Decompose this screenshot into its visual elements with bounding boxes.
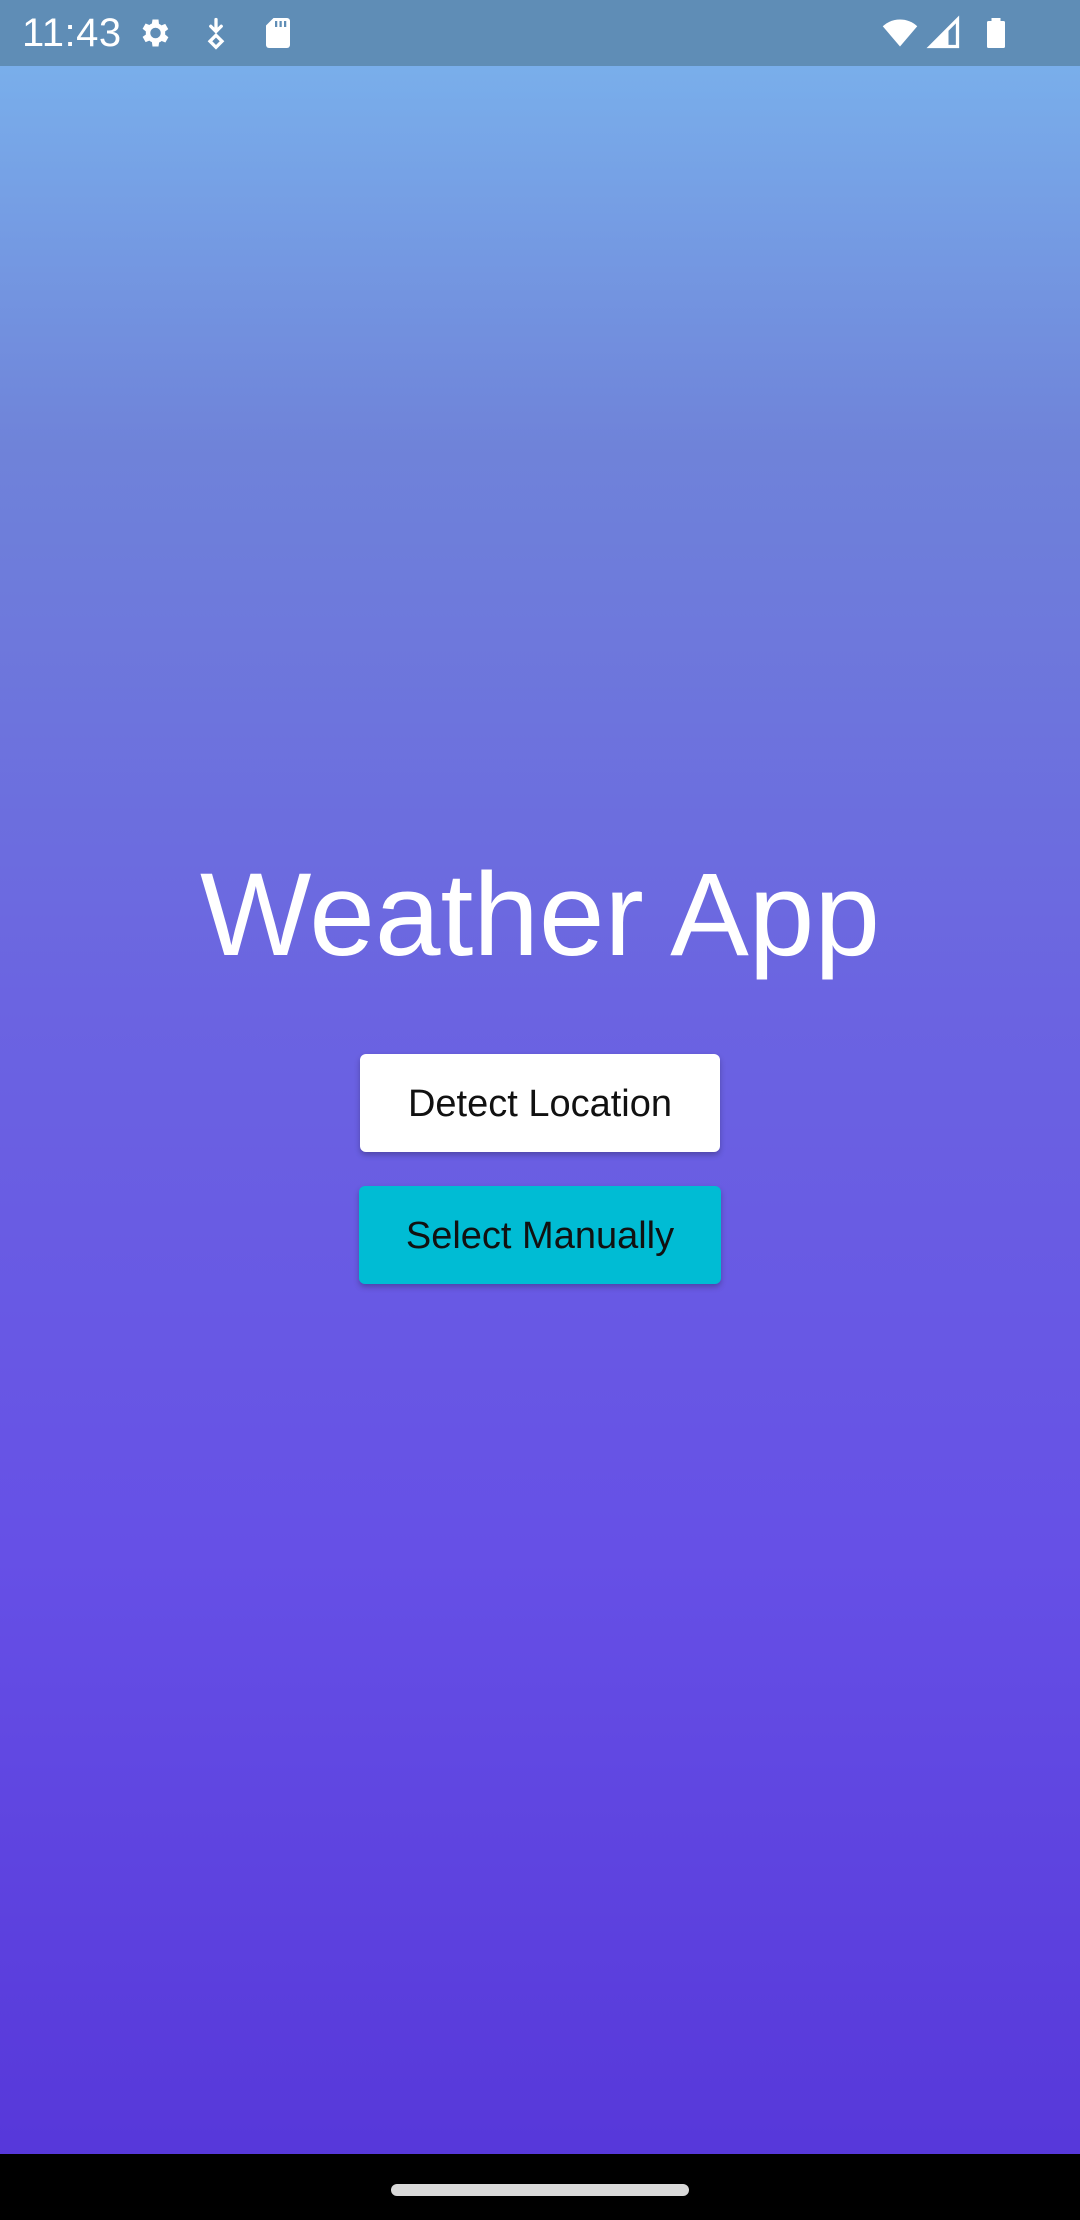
status-time: 11:43	[22, 11, 122, 55]
sd-card-icon	[260, 15, 296, 51]
select-manually-button[interactable]: Select Manually	[359, 1186, 721, 1284]
wifi-icon	[880, 15, 920, 51]
detect-location-button[interactable]: Detect Location	[360, 1054, 720, 1152]
home-gesture-handle[interactable]	[391, 2184, 689, 2196]
download-icon	[198, 15, 234, 51]
battery-icon	[978, 15, 1014, 51]
signal-icon	[926, 15, 962, 51]
weather-app-screen: 11:43 Weather App Detect Location Select…	[0, 0, 1080, 2220]
navigation-bar	[0, 2154, 1080, 2220]
settings-icon	[136, 15, 172, 51]
status-bar: 11:43	[0, 0, 1080, 66]
app-title: Weather App	[199, 849, 881, 981]
